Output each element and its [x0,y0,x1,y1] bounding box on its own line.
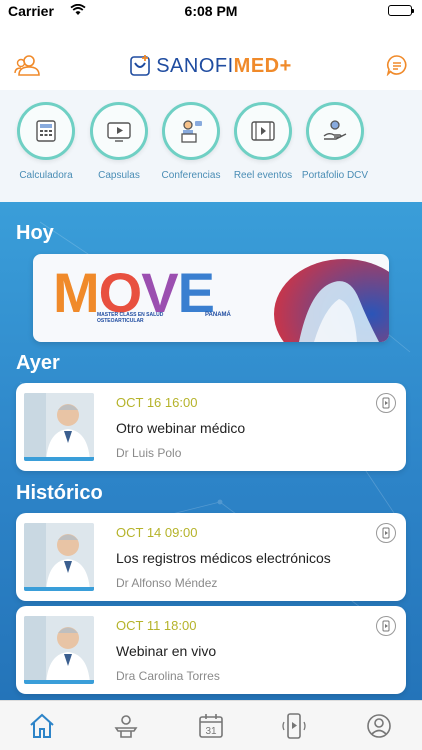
quick-actions: Calculadora Capsulas Conferencias Reel e… [0,90,422,202]
event-banner[interactable]: MOVE MASTER CLASS EN SALUD OSTEOARTICULA… [33,254,389,342]
event-author: Dr Alfonso Méndez [116,576,218,590]
user-icon [367,714,391,738]
tab-home[interactable] [28,712,56,740]
tv-play-icon [107,122,131,142]
home-icon [30,713,54,738]
calculator-icon [36,120,56,142]
banner-subtitle: MASTER CLASS EN SALUD OSTEOARTICULAR [97,312,164,324]
sanofi-logo-icon [130,55,151,76]
quick-action-portafolio-dcv[interactable]: Portafolio DCV [300,102,370,181]
event-title: Otro webinar médico [116,420,246,436]
doctor-thumbnail [24,616,94,684]
tab-profile[interactable] [365,712,393,740]
quick-action-label: Capsulas [98,170,140,181]
calendar-icon: 31 [199,714,223,738]
quick-action-conferencias[interactable]: Conferencias [156,102,226,181]
podium-speaker-icon [114,715,138,738]
quick-action-reel-eventos[interactable]: Reel eventos [228,102,298,181]
quick-action-circle [17,102,75,160]
webinar-phone-icon [376,393,396,413]
quick-action-circle [90,102,148,160]
film-reel-icon [251,121,275,141]
section-title-yesterday: Ayer [16,352,60,374]
water-splash-image [274,259,389,342]
doctor-thumbnail [24,393,94,461]
event-author: Dra Carolina Torres [116,669,220,683]
phone-video-icon [282,713,306,739]
doctor-thumbnail [24,523,94,591]
feed: Hoy MOVE MASTER CLASS EN SALUD OSTEOARTI… [0,202,422,700]
conference-icon [181,120,202,143]
app-logo: SANOFIMED+ [0,54,422,78]
brand-med: MED+ [233,55,292,77]
event-date: OCT 16 16:00 [116,395,198,410]
tab-calendar[interactable]: 31 [197,712,225,740]
quick-action-label: Portafolio DCV [301,170,369,181]
battery-icon [388,5,414,16]
quick-action-capsulas[interactable]: Capsulas [84,102,154,181]
quick-action-circle [234,102,292,160]
quick-action-circle [306,102,364,160]
event-date: OCT 11 18:00 [116,618,197,633]
tab-speaker[interactable] [112,712,140,740]
section-title-today: Hoy [16,222,54,244]
tab-webinars[interactable] [280,712,308,740]
event-card[interactable]: OCT 16 16:00 Otro webinar médico Dr Luis… [16,383,406,471]
quick-action-label: Reel eventos [233,170,293,181]
event-title: Los registros médicos electrónicos [116,550,331,566]
event-title: Webinar en vivo [116,643,217,659]
webinar-phone-icon [376,616,396,636]
svg-text:31: 31 [205,726,217,737]
app-header: SANOFIMED+ [0,40,422,90]
quick-action-label: Conferencias [161,170,221,181]
tab-bar: 31 [0,700,422,750]
quick-action-label: Calculadora [19,170,73,181]
status-time: 6:08 PM [184,3,238,19]
hand-portfolio-icon [323,120,347,140]
banner-city: PANAMÁ [205,312,231,318]
section-title-history: Histórico [16,482,103,504]
event-date: OCT 14 09:00 [116,525,198,540]
chat-bubble-icon [386,55,407,77]
quick-action-calculadora[interactable]: Calculadora [11,102,81,181]
event-card[interactable]: OCT 11 18:00 Webinar en vivo Dra Carolin… [16,606,406,694]
event-author: Dr Luis Polo [116,446,182,460]
quick-action-circle [162,102,220,160]
brand-sanofi: SANOFI [156,55,234,77]
webinar-phone-icon [376,523,396,543]
event-card[interactable]: OCT 14 09:00 Los registros médicos elect… [16,513,406,601]
messages-button[interactable] [386,54,408,77]
status-bar: Carrier 6:08 PM [0,0,422,22]
